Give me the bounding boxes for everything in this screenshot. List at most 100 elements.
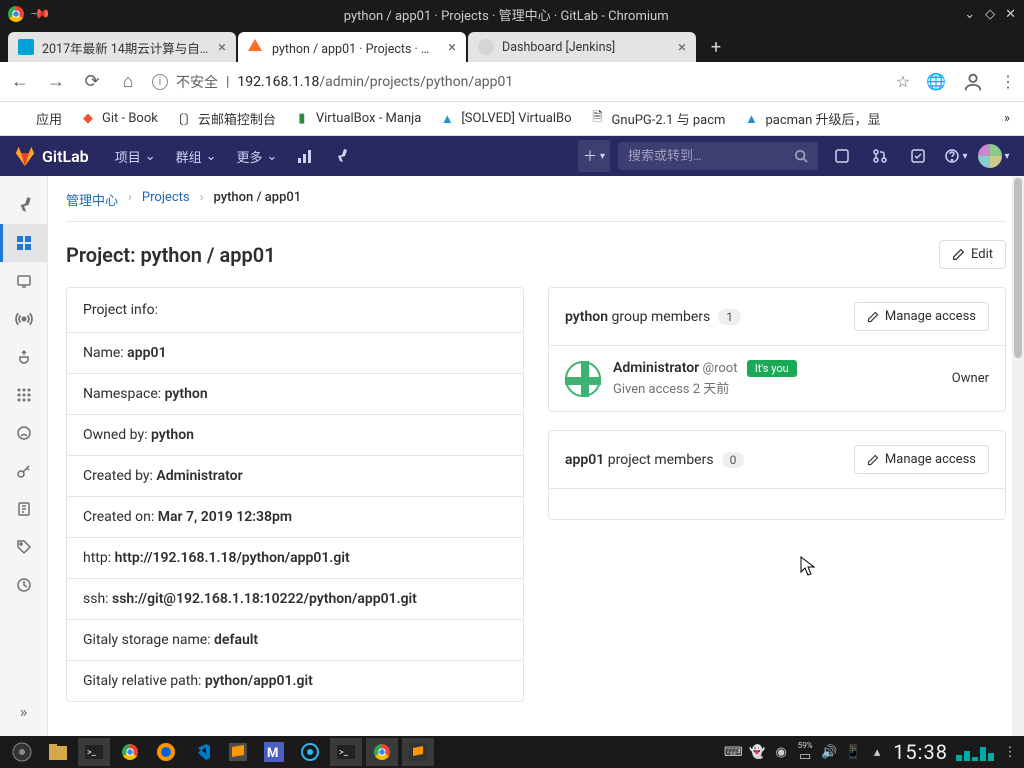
menu-dots-icon[interactable]: ⋮: [1002, 744, 1018, 760]
breadcrumb-projects[interactable]: Projects: [142, 190, 190, 209]
profile-icon[interactable]: [962, 71, 984, 93]
mail-icon: 〔〕: [176, 111, 192, 127]
member-name[interactable]: Administrator: [613, 360, 699, 376]
info-row-http: http: http://192.168.1.18/python/app01.g…: [67, 538, 523, 579]
bookmark-apps[interactable]: 应用: [8, 105, 68, 132]
browser-tab[interactable]: Dashboard [Jenkins] ×: [468, 32, 696, 62]
browser-tab[interactable]: 2017年最新 14期云计算与自动 ×: [8, 32, 236, 62]
search-icon[interactable]: [794, 149, 808, 163]
breadcrumb-current: python / app01: [214, 190, 302, 209]
workspace-bars-icon[interactable]: [956, 743, 994, 761]
firefox-icon[interactable]: [150, 738, 182, 766]
sidebar-applications[interactable]: [0, 376, 48, 414]
back-button[interactable]: ←: [8, 70, 32, 94]
sidebar-labels[interactable]: [0, 528, 48, 566]
new-tab-button[interactable]: +: [698, 32, 734, 62]
apps-grid-icon: [14, 111, 30, 127]
nav-more[interactable]: 更多 ⌄: [229, 141, 286, 172]
sidebar-admin-icon[interactable]: [0, 186, 48, 224]
volume-icon[interactable]: 🔊: [821, 744, 837, 760]
issues-icon[interactable]: [826, 140, 858, 172]
its-you-badge: It's you: [747, 360, 797, 377]
chromium-task-icon[interactable]: [366, 738, 398, 766]
sidebar-expand[interactable]: »: [0, 692, 48, 730]
bookmark-item[interactable]: ▲[SOLVED] VirtualBo: [433, 107, 577, 131]
sublime-task-icon[interactable]: [402, 738, 434, 766]
group-members-panel: python group members 1 Manage access Adm…: [548, 287, 1006, 412]
forward-button[interactable]: →: [44, 70, 68, 94]
nav-activity-icon[interactable]: [289, 142, 321, 170]
sublime-icon[interactable]: [222, 738, 254, 766]
reload-button[interactable]: ⟳: [80, 70, 104, 94]
sidebar-service-templates[interactable]: [0, 490, 48, 528]
search-input[interactable]: [628, 149, 794, 164]
new-dropdown[interactable]: ＋▾: [578, 140, 610, 172]
ghost-icon[interactable]: 👻: [749, 744, 765, 760]
panel-header: python group members 1 Manage access: [549, 288, 1005, 346]
bookmark-item[interactable]: ▲pacman 升级后，显: [737, 105, 886, 132]
browser-menu-icon[interactable]: ⋮: [1000, 72, 1016, 91]
sidebar-overview[interactable]: [0, 224, 48, 262]
admin-sidebar: »: [0, 176, 48, 736]
main-content: 管理中心 › Projects › python / app01 Project…: [48, 176, 1024, 736]
git-icon: ◆: [80, 111, 96, 127]
app-icon[interactable]: M: [258, 738, 290, 766]
gitlab-logo[interactable]: GitLab: [14, 146, 89, 166]
sidebar-abuse[interactable]: [0, 414, 48, 452]
vscode-icon[interactable]: [186, 738, 218, 766]
clock[interactable]: 15:38: [893, 740, 948, 764]
battery-icon[interactable]: 59%▭: [797, 744, 813, 760]
tab-close-icon[interactable]: ×: [678, 38, 686, 56]
app-icon[interactable]: [294, 738, 326, 766]
bookmark-item[interactable]: 〔〕云邮箱控制台: [170, 105, 282, 132]
info-row-created-on: Created on: Mar 7, 2019 12:38pm: [67, 497, 523, 538]
gitlab-search[interactable]: [618, 142, 818, 170]
terminal-icon[interactable]: >_: [330, 738, 362, 766]
sidebar-monitoring[interactable]: [0, 262, 48, 300]
edit-button[interactable]: Edit: [939, 240, 1006, 269]
bookmark-star-icon[interactable]: ☆: [896, 72, 910, 91]
user-menu[interactable]: ▾: [978, 140, 1010, 172]
bookmark-item[interactable]: ◆Git - Book: [74, 107, 164, 131]
todos-icon[interactable]: [902, 140, 934, 172]
minimize-icon[interactable]: ⌄: [964, 7, 975, 22]
manage-access-button[interactable]: Manage access: [854, 302, 989, 331]
pencil-icon: [867, 311, 879, 323]
breadcrumb-admin[interactable]: 管理中心: [66, 190, 118, 209]
home-button[interactable]: ⌂: [116, 70, 140, 94]
globe-icon[interactable]: 🌐: [926, 72, 946, 91]
nav-projects[interactable]: 项目 ⌄: [107, 141, 164, 172]
nav-groups[interactable]: 群组 ⌄: [168, 141, 225, 172]
sidebar-hooks[interactable]: [0, 338, 48, 376]
device-icon[interactable]: 📱: [845, 744, 861, 760]
bookmarks-overflow[interactable]: »: [998, 107, 1016, 130]
bookmark-item[interactable]: ▮VirtualBox - Manja: [288, 107, 427, 131]
sidebar-appearance[interactable]: [0, 566, 48, 604]
address-bar[interactable]: i 不安全 | 192.168.1.18/admin/projects/pyth…: [152, 72, 884, 92]
tab-close-icon[interactable]: ×: [448, 38, 456, 56]
terminal-icon[interactable]: >_: [78, 738, 110, 766]
wifi-icon[interactable]: ◉: [773, 744, 789, 760]
keyboard-icon[interactable]: ⌨: [725, 744, 741, 760]
sidebar-deploy-keys[interactable]: [0, 452, 48, 490]
manage-access-button[interactable]: Manage access: [854, 445, 989, 474]
scrollbar-thumb[interactable]: [1014, 178, 1022, 358]
merge-requests-icon[interactable]: [864, 140, 896, 172]
maximize-icon[interactable]: ◇: [985, 7, 995, 22]
bookmark-item[interactable]: 🗎GnuPG-2.1 与 pacm: [584, 105, 732, 132]
files-icon[interactable]: [42, 738, 74, 766]
start-menu-icon[interactable]: [6, 738, 38, 766]
help-dropdown[interactable]: ▾: [940, 140, 972, 172]
nav-admin-icon[interactable]: [325, 142, 357, 170]
system-taskbar: >_ M >_ ⌨ 👻 ◉ 59%▭ 🔊 📱 ▴ 15:38 ⋮: [0, 736, 1024, 768]
tab-close-icon[interactable]: ×: [218, 38, 226, 56]
scrollbar[interactable]: [1012, 176, 1024, 736]
browser-tab-strip: 2017年最新 14期云计算与自动 × python / app01 · Pro…: [0, 28, 1024, 62]
pencil-icon: [952, 248, 965, 261]
browser-tab-active[interactable]: python / app01 · Projects · 管理 ×: [238, 32, 466, 62]
close-icon[interactable]: ✕: [1005, 7, 1016, 22]
tray-expand-icon[interactable]: ▴: [869, 744, 885, 760]
sidebar-broadcast[interactable]: [0, 300, 48, 338]
site-info-icon[interactable]: i: [152, 74, 168, 90]
chromium-task-icon[interactable]: [114, 738, 146, 766]
